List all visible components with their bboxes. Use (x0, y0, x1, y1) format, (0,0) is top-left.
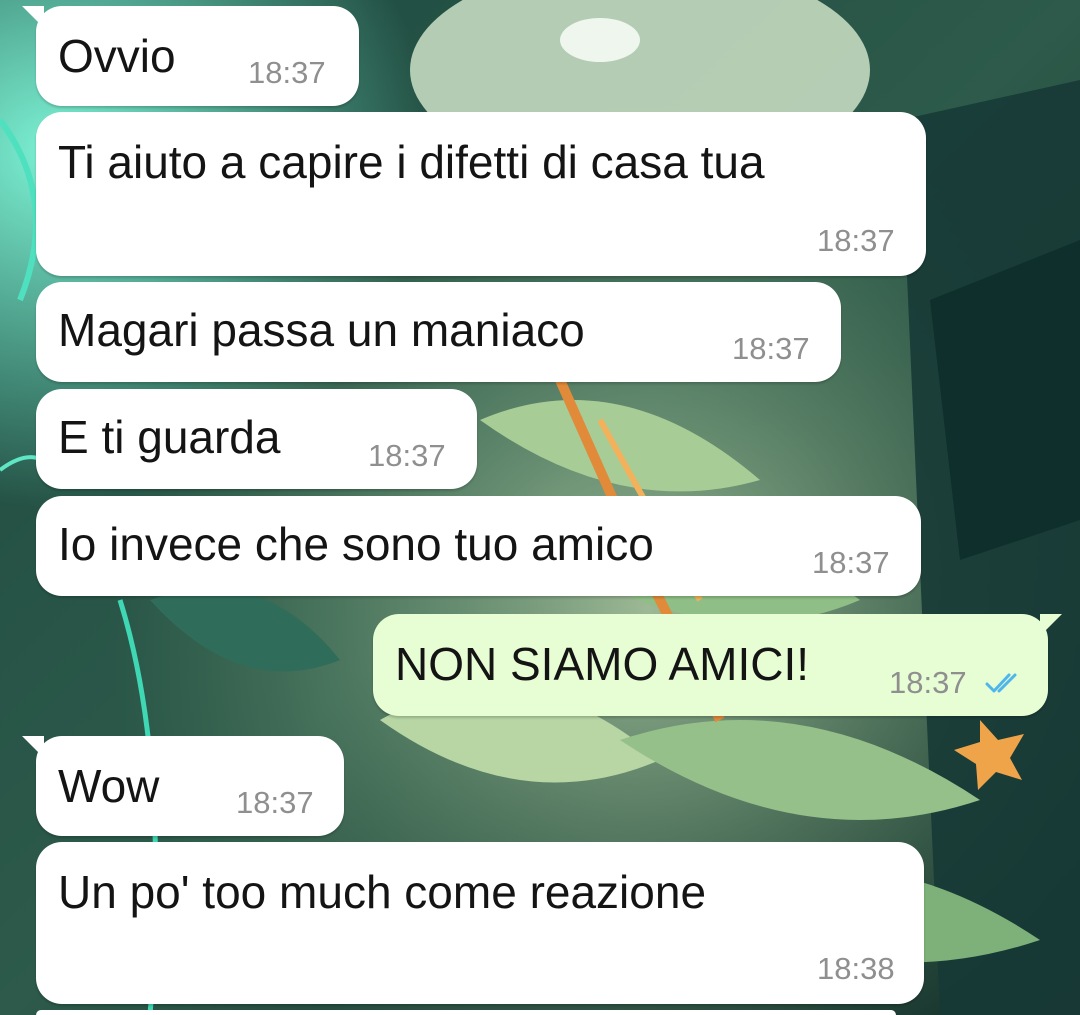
bubble-tail (22, 736, 44, 758)
message-timestamp: 18:37 (889, 665, 967, 700)
message-bubble-incoming[interactable]: Wow 18:37 (22, 736, 344, 836)
message-bubble-incoming[interactable]: E ti guarda 18:37 (36, 389, 477, 489)
message-text: Wow (58, 760, 160, 812)
message-bubble-incoming[interactable]: Io invece che sono tuo amico 18:37 (36, 496, 921, 596)
message-bubble-incoming-partial[interactable] (36, 1010, 896, 1015)
message-text: Magari passa un maniaco (58, 304, 585, 356)
message-text: NON SIAMO AMICI! (395, 638, 810, 690)
message-bubble-incoming[interactable]: Un po' too much come reazione 18:38 (36, 842, 924, 1004)
message-bubble-incoming[interactable]: Ti aiuto a capire i difetti di casa tua … (36, 112, 926, 276)
double-check-read-icon (985, 673, 1017, 693)
message-bubble-incoming[interactable]: Magari passa un maniaco 18:37 (36, 282, 841, 382)
message-timestamp: 18:37 (812, 545, 890, 580)
bubble-tail (1040, 614, 1062, 636)
message-text: Io invece che sono tuo amico (58, 518, 654, 570)
message-timestamp: 18:37 (368, 438, 446, 473)
message-timestamp: 18:37 (732, 331, 810, 366)
message-text: Ovvio (58, 30, 176, 82)
message-text: Un po' too much come reazione (58, 866, 707, 918)
message-timestamp: 18:37 (236, 785, 314, 820)
message-text: E ti guarda (58, 411, 281, 463)
message-bubble-incoming[interactable]: Ovvio 18:37 (22, 6, 359, 106)
message-bubble-outgoing[interactable]: NON SIAMO AMICI! 18:37 (373, 614, 1062, 716)
message-timestamp: 18:38 (817, 951, 895, 986)
message-timestamp: 18:37 (248, 55, 326, 90)
message-text: Ti aiuto a capire i difetti di casa tua (58, 136, 765, 188)
chat-messages-list[interactable]: Ovvio 18:37 Ti aiuto a capire i difetti … (0, 0, 1080, 1015)
bubble-tail (22, 6, 44, 28)
message-timestamp: 18:37 (817, 223, 895, 258)
